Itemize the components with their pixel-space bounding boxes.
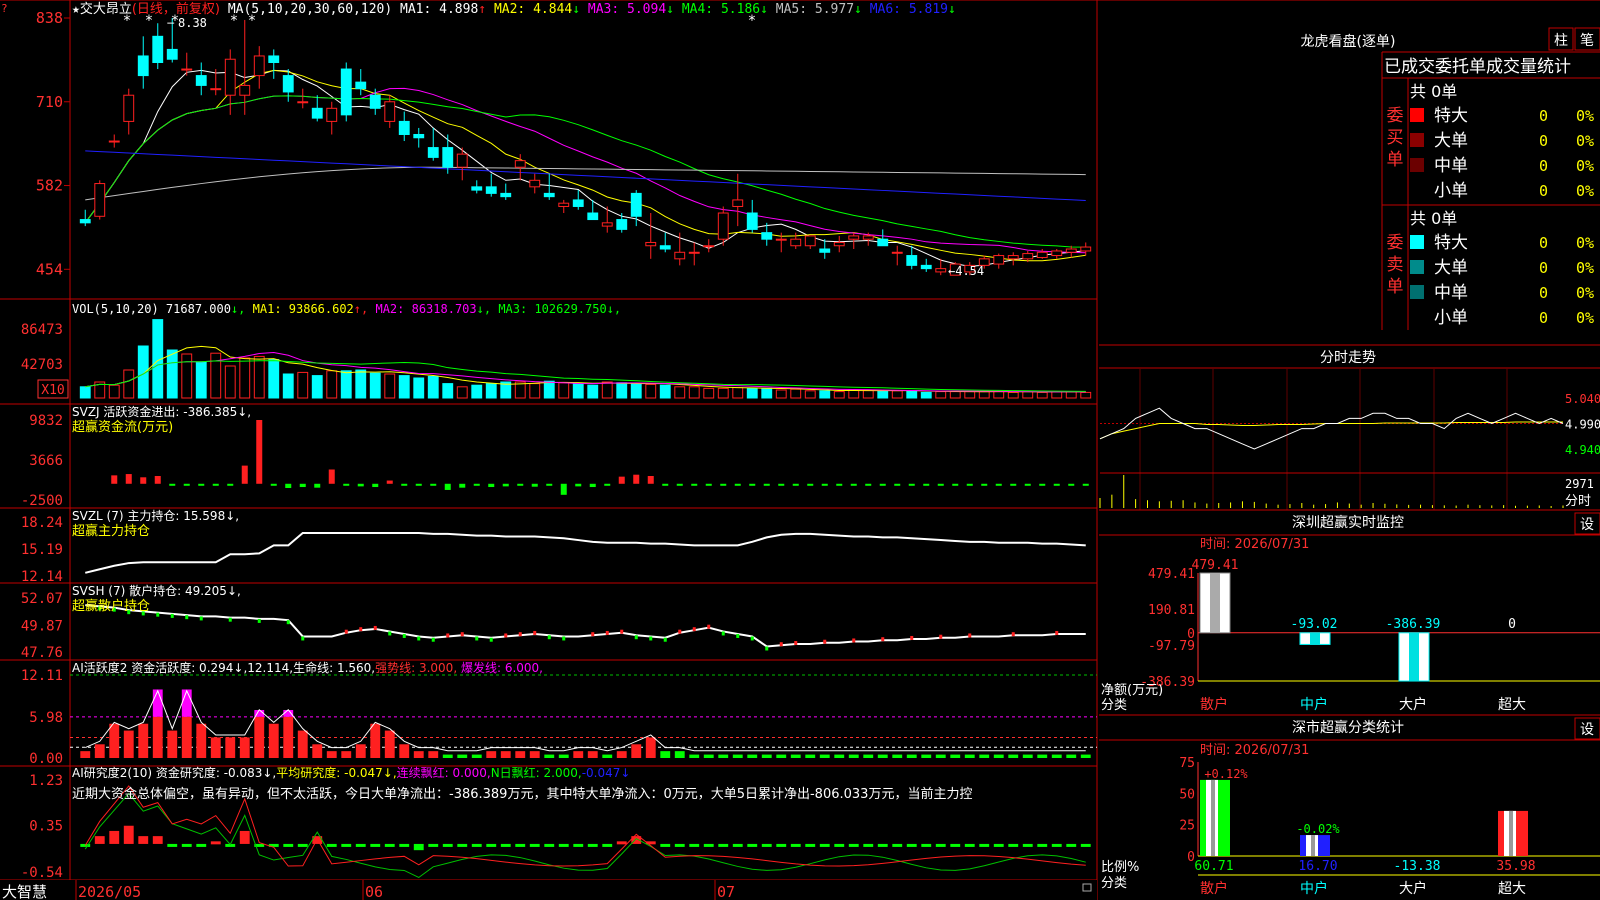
buy-row-value: 0 [1539, 182, 1548, 200]
sell-row-name: 大单 [1434, 258, 1468, 278]
szcls-y-label: 比例% [1101, 860, 1139, 875]
szmon-value-label: 479.41 [1192, 558, 1239, 573]
sell-color-swatch [1410, 260, 1424, 274]
buy-total: 共 0单 [1410, 82, 1457, 101]
fenshi-price-tick: 5.040 [1565, 392, 1600, 406]
szcls-axis-tick: 75 [1179, 756, 1195, 771]
fenshi-vol-tick: 2971 [1565, 477, 1594, 491]
bar-mode-label: 柱 [1554, 33, 1568, 49]
szmon-y-label: 净额(万元) [1101, 683, 1163, 698]
tick-mode-label: 笔 [1580, 33, 1594, 49]
szmon-value-label: 0 [1508, 617, 1516, 632]
buy-row-value: 0 [1539, 107, 1548, 125]
sell-row-name: 特大 [1434, 233, 1468, 253]
szcls-value-label: 16.70 [1298, 859, 1337, 874]
szcls-category: 散户 [1200, 880, 1228, 897]
sell-color-swatch [1410, 235, 1424, 249]
buy-row-value: 0 [1539, 157, 1548, 175]
sell-total: 共 0单 [1410, 209, 1457, 228]
sell-label-char: 卖 [1387, 255, 1404, 275]
buy-row-name: 特大 [1434, 106, 1468, 126]
dragon-subtitle: 已成交委托单成交量统计 [1384, 57, 1571, 77]
szmon-value-label: -386.39 [1386, 617, 1441, 632]
sell-label-char: 单 [1387, 277, 1404, 297]
szcls-value-label: 35.98 [1496, 859, 1535, 874]
fenshi-title: 分时走势 [1320, 350, 1376, 366]
buy-label-char: 单 [1387, 150, 1404, 170]
sell-row-name: 小单 [1434, 308, 1468, 328]
szcls-change-label: +0.12% [1204, 767, 1248, 781]
szcls-category: 中户 [1300, 880, 1328, 897]
szcls-value-label: 60.71 [1194, 859, 1233, 874]
buy-row-percent: 0% [1576, 182, 1594, 200]
buy-color-swatch [1410, 108, 1424, 122]
sell-row-percent: 0% [1576, 234, 1594, 252]
szmon-category: 中户 [1300, 696, 1328, 713]
fenshi-price-line [1099, 407, 1564, 450]
szmon-axis-tick: 190.81 [1148, 603, 1195, 618]
sell-row-value: 0 [1539, 259, 1548, 277]
szmon-axis-tick: -97.79 [1148, 639, 1195, 654]
sell-color-swatch [1410, 285, 1424, 299]
buy-label-char: 委 [1387, 106, 1404, 126]
fenshi-avg-line [1099, 421, 1563, 440]
szcls-axis-tick: 50 [1179, 787, 1195, 802]
szmon-category: 超大 [1498, 697, 1526, 713]
szcls-category: 超大 [1498, 881, 1526, 897]
buy-row-percent: 0% [1576, 132, 1594, 150]
sell-label-char: 委 [1387, 233, 1404, 253]
szmon-title: 深圳超赢实时监控 [1292, 514, 1404, 531]
szcls-settings-label: 设 [1580, 722, 1594, 738]
szmon-time: 时间: 2026/07/31 [1200, 537, 1309, 552]
szmon-bar [1299, 632, 1331, 645]
szmon-bar-shade [1210, 573, 1220, 633]
szmon-bar-shade [1409, 632, 1419, 681]
szmon-category: 大户 [1399, 696, 1427, 713]
buy-label-char: 买 [1387, 128, 1404, 148]
sell-row-percent: 0% [1576, 259, 1594, 277]
szcls-bar [1300, 835, 1330, 856]
szmon-category: 散户 [1200, 696, 1228, 713]
buy-row-value: 0 [1539, 132, 1548, 150]
szmon-x-label: 分类 [1101, 698, 1127, 713]
sell-row-value: 0 [1539, 284, 1548, 302]
buy-color-swatch [1410, 133, 1424, 147]
sell-row-value: 0 [1539, 309, 1548, 327]
buy-row-name: 小单 [1434, 181, 1468, 201]
szcls-bar-shade [1311, 835, 1315, 856]
buy-row-name: 中单 [1434, 156, 1468, 176]
szcls-title: 深市超赢分类统计 [1292, 719, 1404, 736]
fenshi-price-tick: 4.990 [1565, 418, 1600, 432]
szcls-category: 大户 [1399, 880, 1427, 897]
szmon-bar-shade [1310, 632, 1320, 645]
szcls-change-label: -0.02% [1296, 822, 1340, 836]
fenshi-price-tick: 4.940 [1565, 443, 1600, 457]
sell-row-percent: 0% [1576, 309, 1594, 327]
sell-row-value: 0 [1539, 234, 1548, 252]
szmon-value-label: -93.02 [1291, 617, 1338, 632]
szmon-axis-tick: 479.41 [1148, 567, 1195, 582]
fenshi-unit: 分时 [1565, 494, 1591, 509]
buy-color-swatch [1410, 158, 1424, 172]
buy-row-percent: 0% [1576, 107, 1594, 125]
szcls-time: 时间: 2026/07/31 [1200, 743, 1309, 758]
sell-row-name: 中单 [1434, 283, 1468, 303]
szcls-bar-shade [1509, 810, 1513, 856]
szmon-bar [1199, 572, 1231, 634]
szcls-x-label: 分类 [1101, 876, 1127, 891]
szcls-value-label: -13.38 [1394, 859, 1441, 874]
szmon-settings-label: 设 [1580, 517, 1594, 533]
terminal-window: ★交大昂立(日线，前复权) MA(5,10,20,30,60,120) MA1:… [0, 0, 1600, 900]
dragon-title: 龙虎看盘(逐单) [1301, 33, 1396, 50]
szcls-bar [1498, 810, 1528, 856]
szmon-bar [1398, 632, 1430, 682]
right-side-panels: 龙虎看盘(逐单) 柱笔已成交委托单成交量统计委买单共 0单特大 0 0%大单 0 0%中单… [1099, 27, 1600, 897]
szcls-bar [1200, 779, 1230, 856]
sell-row-percent: 0% [1576, 284, 1594, 302]
buy-row-percent: 0% [1576, 157, 1594, 175]
buy-row-name: 大单 [1434, 131, 1468, 151]
szcls-axis-tick: 25 [1179, 819, 1195, 834]
szcls-bar-shade [1211, 779, 1215, 856]
